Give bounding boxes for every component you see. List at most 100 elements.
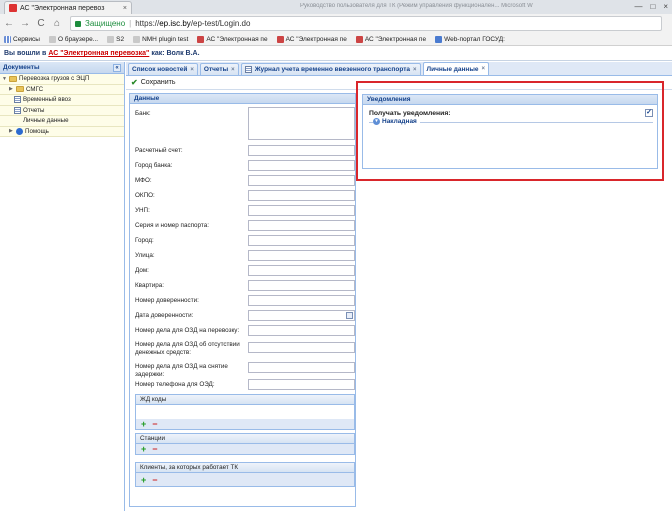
field-label: Дом: [135, 267, 149, 274]
remove-icon[interactable]: − [152, 419, 157, 429]
mfo-input[interactable] [248, 175, 355, 186]
clients-grid: Клиенты, за которых работает ТК + − [135, 462, 355, 487]
expand-icon[interactable]: ▶ [9, 128, 14, 134]
blank-icon [14, 117, 21, 124]
bookmark-nmh[interactable]: NMH plugin test [133, 35, 188, 43]
collapse-icon[interactable]: « [113, 63, 121, 72]
save-button[interactable]: ✔ Сохранить [131, 78, 176, 87]
tab-close-icon[interactable]: × [123, 5, 127, 12]
system-link[interactable]: АС "Электронная перевозка" [48, 50, 149, 57]
field-street: Улица: [135, 252, 247, 260]
expand-icon[interactable]: ▶ [9, 86, 14, 92]
tab-close-icon[interactable]: × [231, 67, 235, 73]
field-poa-date: Дата доверенности: [135, 312, 247, 320]
ozd-delay-input[interactable] [248, 362, 355, 373]
add-icon[interactable]: + [141, 475, 146, 485]
browser-tab[interactable]: АС "Электронная перевоз × [4, 1, 132, 14]
tab-close-icon[interactable]: × [482, 66, 486, 72]
field-label: Банк: [135, 110, 151, 117]
field-house: Дом: [135, 267, 247, 275]
minimize-icon[interactable]: — [634, 2, 642, 11]
documents-tree: ▼ Перевозка грузов с ЭЦП ▶ СМГС Временны… [0, 74, 124, 137]
reload-icon[interactable]: C [36, 18, 46, 29]
invoice-toggle[interactable]: ▾ Накладная [373, 118, 420, 125]
bookmark-label: АС "Электронная пе [364, 35, 427, 43]
tab-close-icon[interactable]: × [413, 67, 417, 73]
document-icon [14, 106, 21, 114]
bookmark-gov-portal[interactable]: Web-портал ГОСУД: [435, 35, 505, 43]
bookmark-s2[interactable]: S2 [107, 35, 124, 43]
tree-item-personal-data[interactable]: Личные данные [0, 116, 124, 127]
tree-item-temporary-import[interactable]: Временный ввоз [0, 95, 124, 106]
tab-close-icon[interactable]: × [190, 67, 194, 73]
folder-icon [16, 86, 24, 93]
tree-item-reports[interactable]: Отчеты [0, 106, 124, 116]
forward-icon[interactable]: → [20, 18, 30, 29]
document-icon [244, 66, 252, 73]
bank-city-input[interactable] [248, 160, 355, 171]
phone-input[interactable] [248, 379, 355, 390]
field-ozd-funds: Номер дела для ОЗД об отсутствии денежны… [135, 341, 247, 356]
data-form-panel: Данные Банк: Расчетный счет: Город банка… [129, 93, 356, 507]
ozd-funds-input[interactable] [248, 342, 355, 353]
login-prefix: Вы вошли в [4, 50, 47, 57]
city-input[interactable] [248, 235, 355, 246]
field-label: Номер доверенности: [135, 297, 199, 304]
expand-icon[interactable]: ▼ [2, 76, 7, 82]
bookmark-services[interactable]: Сервисы [4, 35, 40, 43]
street-input[interactable] [248, 250, 355, 261]
remove-icon[interactable]: − [152, 444, 157, 454]
bookmark-ep-2[interactable]: АС "Электронная пе [276, 35, 347, 43]
bookmark-about-browser[interactable]: О браузере... [48, 35, 98, 43]
tree-item-help[interactable]: ▶ Помощь [0, 127, 124, 137]
okpo-input[interactable] [248, 190, 355, 201]
receive-notifications-checkbox[interactable]: ✓ [645, 109, 653, 117]
poa-number-input[interactable] [248, 295, 355, 306]
bookmark-ep-1[interactable]: АС "Электронная пе [197, 35, 268, 43]
house-input[interactable] [248, 265, 355, 276]
tab-personal-data[interactable]: Личные данные × [422, 62, 490, 75]
bookmark-label: Web-портал ГОСУД: [444, 35, 505, 43]
notifications-panel: Уведомления Получать уведомления: ✓ ▾ На… [362, 94, 658, 169]
ozd-transport-input[interactable] [248, 325, 355, 336]
back-icon[interactable]: ← [4, 18, 14, 29]
address-bar[interactable]: Защищено | https://ep.isc.by/ep-test/Log… [70, 16, 662, 31]
field-label: Расчетный счет: [135, 147, 183, 154]
field-label: Номер дела для ОЗД об отсутствии денежны… [135, 341, 240, 356]
remove-icon[interactable]: − [152, 475, 157, 485]
add-icon[interactable]: + [141, 444, 146, 454]
maximize-icon[interactable]: □ [650, 2, 655, 11]
tree-item-smgs[interactable]: ▶ СМГС [0, 85, 124, 95]
bank-input[interactable] [248, 107, 355, 140]
apartment-input[interactable] [248, 280, 355, 291]
field-apartment: Квартира: [135, 282, 247, 290]
rail-codes-grid: ЖД коды + − [135, 394, 355, 430]
account-input[interactable] [248, 145, 355, 156]
add-icon[interactable]: + [141, 419, 146, 429]
field-label: Дата доверенности: [135, 312, 194, 319]
lock-icon [75, 20, 81, 27]
data-form-title: Данные [130, 94, 355, 104]
tab-news[interactable]: Список новостей × [128, 63, 198, 75]
tree-item-cargo[interactable]: ▼ Перевозка грузов с ЭЦП [0, 74, 124, 85]
collapse-toggle-icon: ▾ [373, 118, 380, 125]
bookmarks-bar: Сервисы О браузере... S2 NMH plugin test… [0, 33, 672, 46]
home-icon[interactable]: ⌂ [52, 18, 62, 29]
tab-label: Личные данные [426, 65, 479, 73]
field-poa-number: Номер доверенности: [135, 297, 247, 305]
unp-input[interactable] [248, 205, 355, 216]
secure-label: Защищено [85, 19, 126, 28]
poa-date-input[interactable] [248, 310, 355, 321]
passport-input[interactable] [248, 220, 355, 231]
tab-label: Журнал учета временно ввезенного транспо… [254, 66, 410, 73]
field-phone: Номер телефона для ОЭД: [135, 381, 247, 389]
checkmark-icon: ✔ [131, 78, 138, 87]
field-bank: Банк: [135, 110, 247, 118]
tab-temp-transport-journal[interactable]: Журнал учета временно ввезенного транспо… [240, 63, 421, 75]
bookmark-ep-3[interactable]: АС "Электронная пе [355, 35, 427, 43]
close-window-icon[interactable]: × [663, 2, 668, 11]
documents-panel-header: Документы « [0, 62, 124, 74]
tab-reports[interactable]: Отчеты × [199, 63, 239, 75]
calendar-icon[interactable] [346, 312, 353, 319]
grid-title: ЖД коды [136, 395, 354, 405]
